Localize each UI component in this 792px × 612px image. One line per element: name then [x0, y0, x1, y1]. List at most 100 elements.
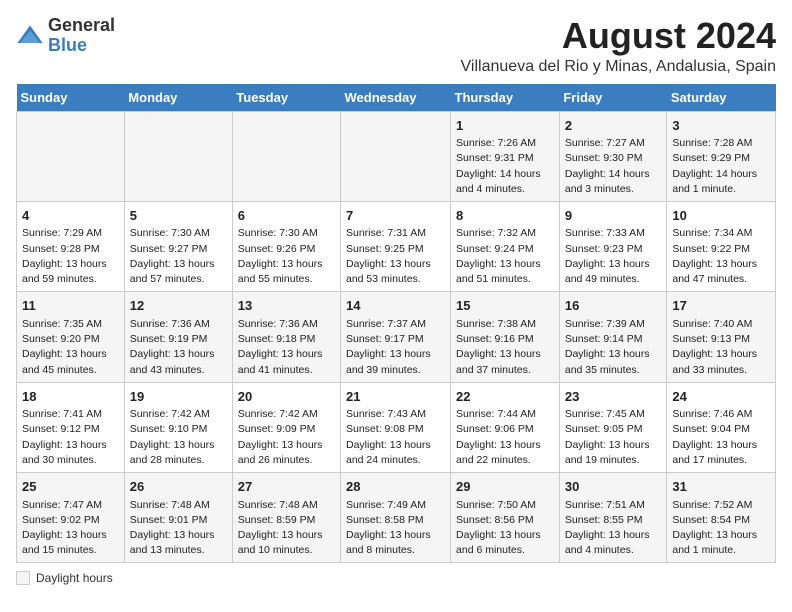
calendar-cell: 24Sunrise: 7:46 AM Sunset: 9:04 PM Dayli… — [667, 382, 776, 472]
calendar-cell: 11Sunrise: 7:35 AM Sunset: 9:20 PM Dayli… — [17, 292, 125, 382]
day-number: 2 — [565, 116, 662, 136]
calendar-cell — [17, 111, 125, 201]
calendar-header-monday: Monday — [124, 84, 232, 112]
calendar-cell: 6Sunrise: 7:30 AM Sunset: 9:26 PM Daylig… — [232, 201, 340, 291]
calendar-cell: 4Sunrise: 7:29 AM Sunset: 9:28 PM Daylig… — [17, 201, 125, 291]
calendar-cell: 25Sunrise: 7:47 AM Sunset: 9:02 PM Dayli… — [17, 473, 125, 563]
calendar-cell: 28Sunrise: 7:49 AM Sunset: 8:58 PM Dayli… — [341, 473, 451, 563]
logo-icon — [16, 22, 44, 50]
calendar-cell: 12Sunrise: 7:36 AM Sunset: 9:19 PM Dayli… — [124, 292, 232, 382]
page-header: General Blue August 2024 Villanueva del … — [16, 16, 776, 76]
day-number: 23 — [565, 387, 662, 407]
calendar-week-row: 18Sunrise: 7:41 AM Sunset: 9:12 PM Dayli… — [17, 382, 776, 472]
calendar-cell: 13Sunrise: 7:36 AM Sunset: 9:18 PM Dayli… — [232, 292, 340, 382]
calendar-cell: 30Sunrise: 7:51 AM Sunset: 8:55 PM Dayli… — [559, 473, 667, 563]
calendar-cell — [341, 111, 451, 201]
calendar-week-row: 25Sunrise: 7:47 AM Sunset: 9:02 PM Dayli… — [17, 473, 776, 563]
day-number: 24 — [672, 387, 770, 407]
calendar-header-friday: Friday — [559, 84, 667, 112]
day-info: Sunrise: 7:31 AM Sunset: 9:25 PM Dayligh… — [346, 226, 445, 287]
day-number: 20 — [238, 387, 335, 407]
day-number: 18 — [22, 387, 119, 407]
calendar-week-row: 4Sunrise: 7:29 AM Sunset: 9:28 PM Daylig… — [17, 201, 776, 291]
calendar-cell — [232, 111, 340, 201]
day-info: Sunrise: 7:32 AM Sunset: 9:24 PM Dayligh… — [456, 226, 554, 287]
day-info: Sunrise: 7:43 AM Sunset: 9:08 PM Dayligh… — [346, 407, 445, 468]
day-info: Sunrise: 7:30 AM Sunset: 9:26 PM Dayligh… — [238, 226, 335, 287]
calendar-cell: 8Sunrise: 7:32 AM Sunset: 9:24 PM Daylig… — [451, 201, 560, 291]
logo-general-text: General — [48, 16, 115, 36]
calendar-cell: 16Sunrise: 7:39 AM Sunset: 9:14 PM Dayli… — [559, 292, 667, 382]
day-info: Sunrise: 7:41 AM Sunset: 9:12 PM Dayligh… — [22, 407, 119, 468]
calendar-cell: 5Sunrise: 7:30 AM Sunset: 9:27 PM Daylig… — [124, 201, 232, 291]
logo: General Blue — [16, 16, 115, 56]
calendar-cell: 18Sunrise: 7:41 AM Sunset: 9:12 PM Dayli… — [17, 382, 125, 472]
footer-note: Daylight hours — [16, 571, 776, 585]
day-info: Sunrise: 7:40 AM Sunset: 9:13 PM Dayligh… — [672, 317, 770, 378]
calendar-cell: 14Sunrise: 7:37 AM Sunset: 9:17 PM Dayli… — [341, 292, 451, 382]
day-info: Sunrise: 7:42 AM Sunset: 9:10 PM Dayligh… — [130, 407, 227, 468]
day-info: Sunrise: 7:48 AM Sunset: 9:01 PM Dayligh… — [130, 498, 227, 559]
daylight-box-icon — [16, 571, 30, 585]
calendar-cell: 9Sunrise: 7:33 AM Sunset: 9:23 PM Daylig… — [559, 201, 667, 291]
day-number: 10 — [672, 206, 770, 226]
day-info: Sunrise: 7:39 AM Sunset: 9:14 PM Dayligh… — [565, 317, 662, 378]
day-number: 9 — [565, 206, 662, 226]
day-info: Sunrise: 7:28 AM Sunset: 9:29 PM Dayligh… — [672, 136, 770, 197]
day-number: 16 — [565, 296, 662, 316]
day-number: 17 — [672, 296, 770, 316]
day-info: Sunrise: 7:45 AM Sunset: 9:05 PM Dayligh… — [565, 407, 662, 468]
calendar-cell: 17Sunrise: 7:40 AM Sunset: 9:13 PM Dayli… — [667, 292, 776, 382]
day-number: 8 — [456, 206, 554, 226]
day-info: Sunrise: 7:48 AM Sunset: 8:59 PM Dayligh… — [238, 498, 335, 559]
calendar-cell: 29Sunrise: 7:50 AM Sunset: 8:56 PM Dayli… — [451, 473, 560, 563]
day-info: Sunrise: 7:52 AM Sunset: 8:54 PM Dayligh… — [672, 498, 770, 559]
day-number: 14 — [346, 296, 445, 316]
calendar-cell: 2Sunrise: 7:27 AM Sunset: 9:30 PM Daylig… — [559, 111, 667, 201]
calendar-header-saturday: Saturday — [667, 84, 776, 112]
day-number: 22 — [456, 387, 554, 407]
day-info: Sunrise: 7:34 AM Sunset: 9:22 PM Dayligh… — [672, 226, 770, 287]
calendar-week-row: 1Sunrise: 7:26 AM Sunset: 9:31 PM Daylig… — [17, 111, 776, 201]
calendar-cell: 21Sunrise: 7:43 AM Sunset: 9:08 PM Dayli… — [341, 382, 451, 472]
day-number: 5 — [130, 206, 227, 226]
day-number: 1 — [456, 116, 554, 136]
calendar-header-row: SundayMondayTuesdayWednesdayThursdayFrid… — [17, 84, 776, 112]
day-number: 19 — [130, 387, 227, 407]
day-info: Sunrise: 7:38 AM Sunset: 9:16 PM Dayligh… — [456, 317, 554, 378]
day-info: Sunrise: 7:36 AM Sunset: 9:19 PM Dayligh… — [130, 317, 227, 378]
calendar-header-thursday: Thursday — [451, 84, 560, 112]
calendar-cell — [124, 111, 232, 201]
calendar-cell: 15Sunrise: 7:38 AM Sunset: 9:16 PM Dayli… — [451, 292, 560, 382]
day-info: Sunrise: 7:44 AM Sunset: 9:06 PM Dayligh… — [456, 407, 554, 468]
calendar-cell: 22Sunrise: 7:44 AM Sunset: 9:06 PM Dayli… — [451, 382, 560, 472]
calendar-cell: 10Sunrise: 7:34 AM Sunset: 9:22 PM Dayli… — [667, 201, 776, 291]
logo-text: General Blue — [48, 16, 115, 56]
day-number: 26 — [130, 477, 227, 497]
day-number: 3 — [672, 116, 770, 136]
day-info: Sunrise: 7:27 AM Sunset: 9:30 PM Dayligh… — [565, 136, 662, 197]
day-info: Sunrise: 7:42 AM Sunset: 9:09 PM Dayligh… — [238, 407, 335, 468]
day-info: Sunrise: 7:51 AM Sunset: 8:55 PM Dayligh… — [565, 498, 662, 559]
day-number: 21 — [346, 387, 445, 407]
calendar-header-wednesday: Wednesday — [341, 84, 451, 112]
day-number: 29 — [456, 477, 554, 497]
day-info: Sunrise: 7:36 AM Sunset: 9:18 PM Dayligh… — [238, 317, 335, 378]
day-info: Sunrise: 7:29 AM Sunset: 9:28 PM Dayligh… — [22, 226, 119, 287]
calendar-cell: 1Sunrise: 7:26 AM Sunset: 9:31 PM Daylig… — [451, 111, 560, 201]
calendar-week-row: 11Sunrise: 7:35 AM Sunset: 9:20 PM Dayli… — [17, 292, 776, 382]
day-number: 15 — [456, 296, 554, 316]
calendar-header-sunday: Sunday — [17, 84, 125, 112]
day-info: Sunrise: 7:35 AM Sunset: 9:20 PM Dayligh… — [22, 317, 119, 378]
location-title: Villanueva del Rio y Minas, Andalusia, S… — [461, 58, 776, 76]
day-number: 28 — [346, 477, 445, 497]
month-title: August 2024 — [461, 16, 776, 56]
calendar-header-tuesday: Tuesday — [232, 84, 340, 112]
calendar-cell: 23Sunrise: 7:45 AM Sunset: 9:05 PM Dayli… — [559, 382, 667, 472]
day-info: Sunrise: 7:30 AM Sunset: 9:27 PM Dayligh… — [130, 226, 227, 287]
day-number: 31 — [672, 477, 770, 497]
day-info: Sunrise: 7:37 AM Sunset: 9:17 PM Dayligh… — [346, 317, 445, 378]
day-number: 30 — [565, 477, 662, 497]
day-number: 11 — [22, 296, 119, 316]
daylight-label: Daylight hours — [36, 571, 113, 585]
